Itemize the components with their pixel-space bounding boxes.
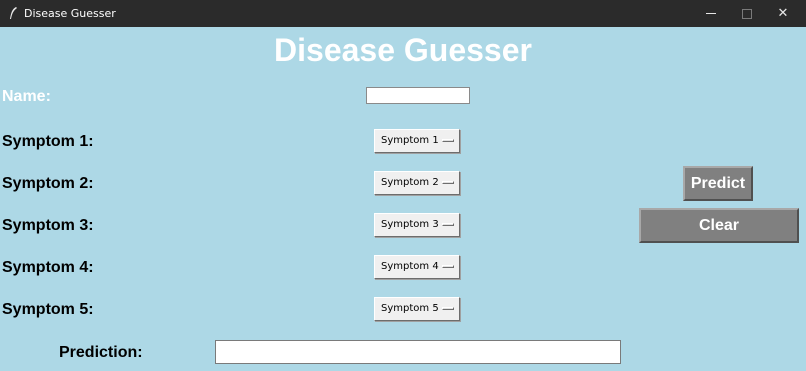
symptom-1-dropdown[interactable]: Symptom 1 xyxy=(374,129,460,153)
clear-button[interactable]: Clear xyxy=(639,208,799,243)
minimize-icon xyxy=(706,13,716,14)
title-bar[interactable]: Disease Guesser ✕ xyxy=(0,0,806,27)
dropdown-indicator-icon xyxy=(442,307,454,310)
symptom-3-dropdown[interactable]: Symptom 3 xyxy=(374,213,460,237)
dropdown-indicator-icon xyxy=(442,181,454,184)
symptom-4-dropdown[interactable]: Symptom 4 xyxy=(374,255,460,279)
dropdown-indicator-icon xyxy=(442,223,454,226)
window-title: Disease Guesser xyxy=(24,7,116,20)
symptom-5-dropdown[interactable]: Symptom 5 xyxy=(374,297,460,321)
symptom-2-label: Symptom 2: xyxy=(2,175,94,192)
symptom-3-selected: Symptom 3 xyxy=(381,219,439,230)
predict-button[interactable]: Predict xyxy=(683,166,753,201)
symptom-5-selected: Symptom 5 xyxy=(381,303,439,314)
page-title: Disease Guesser xyxy=(274,32,532,68)
symptom-2-dropdown[interactable]: Symptom 2 xyxy=(374,171,460,195)
name-input[interactable] xyxy=(366,87,470,104)
symptom-4-label: Symptom 4: xyxy=(2,259,94,276)
symptom-3-label: Symptom 3: xyxy=(2,217,94,234)
feather-icon xyxy=(8,6,18,20)
prediction-output[interactable] xyxy=(215,340,621,364)
symptom-4-selected: Symptom 4 xyxy=(381,261,439,272)
symptom-5-label: Symptom 5: xyxy=(2,301,94,318)
symptom-1-label: Symptom 1: xyxy=(2,133,94,150)
prediction-label: Prediction: xyxy=(59,344,143,361)
close-button[interactable]: ✕ xyxy=(766,0,800,27)
maximize-icon xyxy=(742,8,752,19)
name-label: Name: xyxy=(2,88,51,105)
minimize-button[interactable] xyxy=(694,0,728,27)
dropdown-indicator-icon xyxy=(442,265,454,268)
dropdown-indicator-icon xyxy=(442,139,454,142)
maximize-button[interactable] xyxy=(730,0,764,27)
app-window: Disease Guesser ✕ Disease Guesser Name: … xyxy=(0,0,806,371)
symptom-2-selected: Symptom 2 xyxy=(381,177,439,188)
close-icon: ✕ xyxy=(777,6,789,21)
symptom-1-selected: Symptom 1 xyxy=(381,135,439,146)
